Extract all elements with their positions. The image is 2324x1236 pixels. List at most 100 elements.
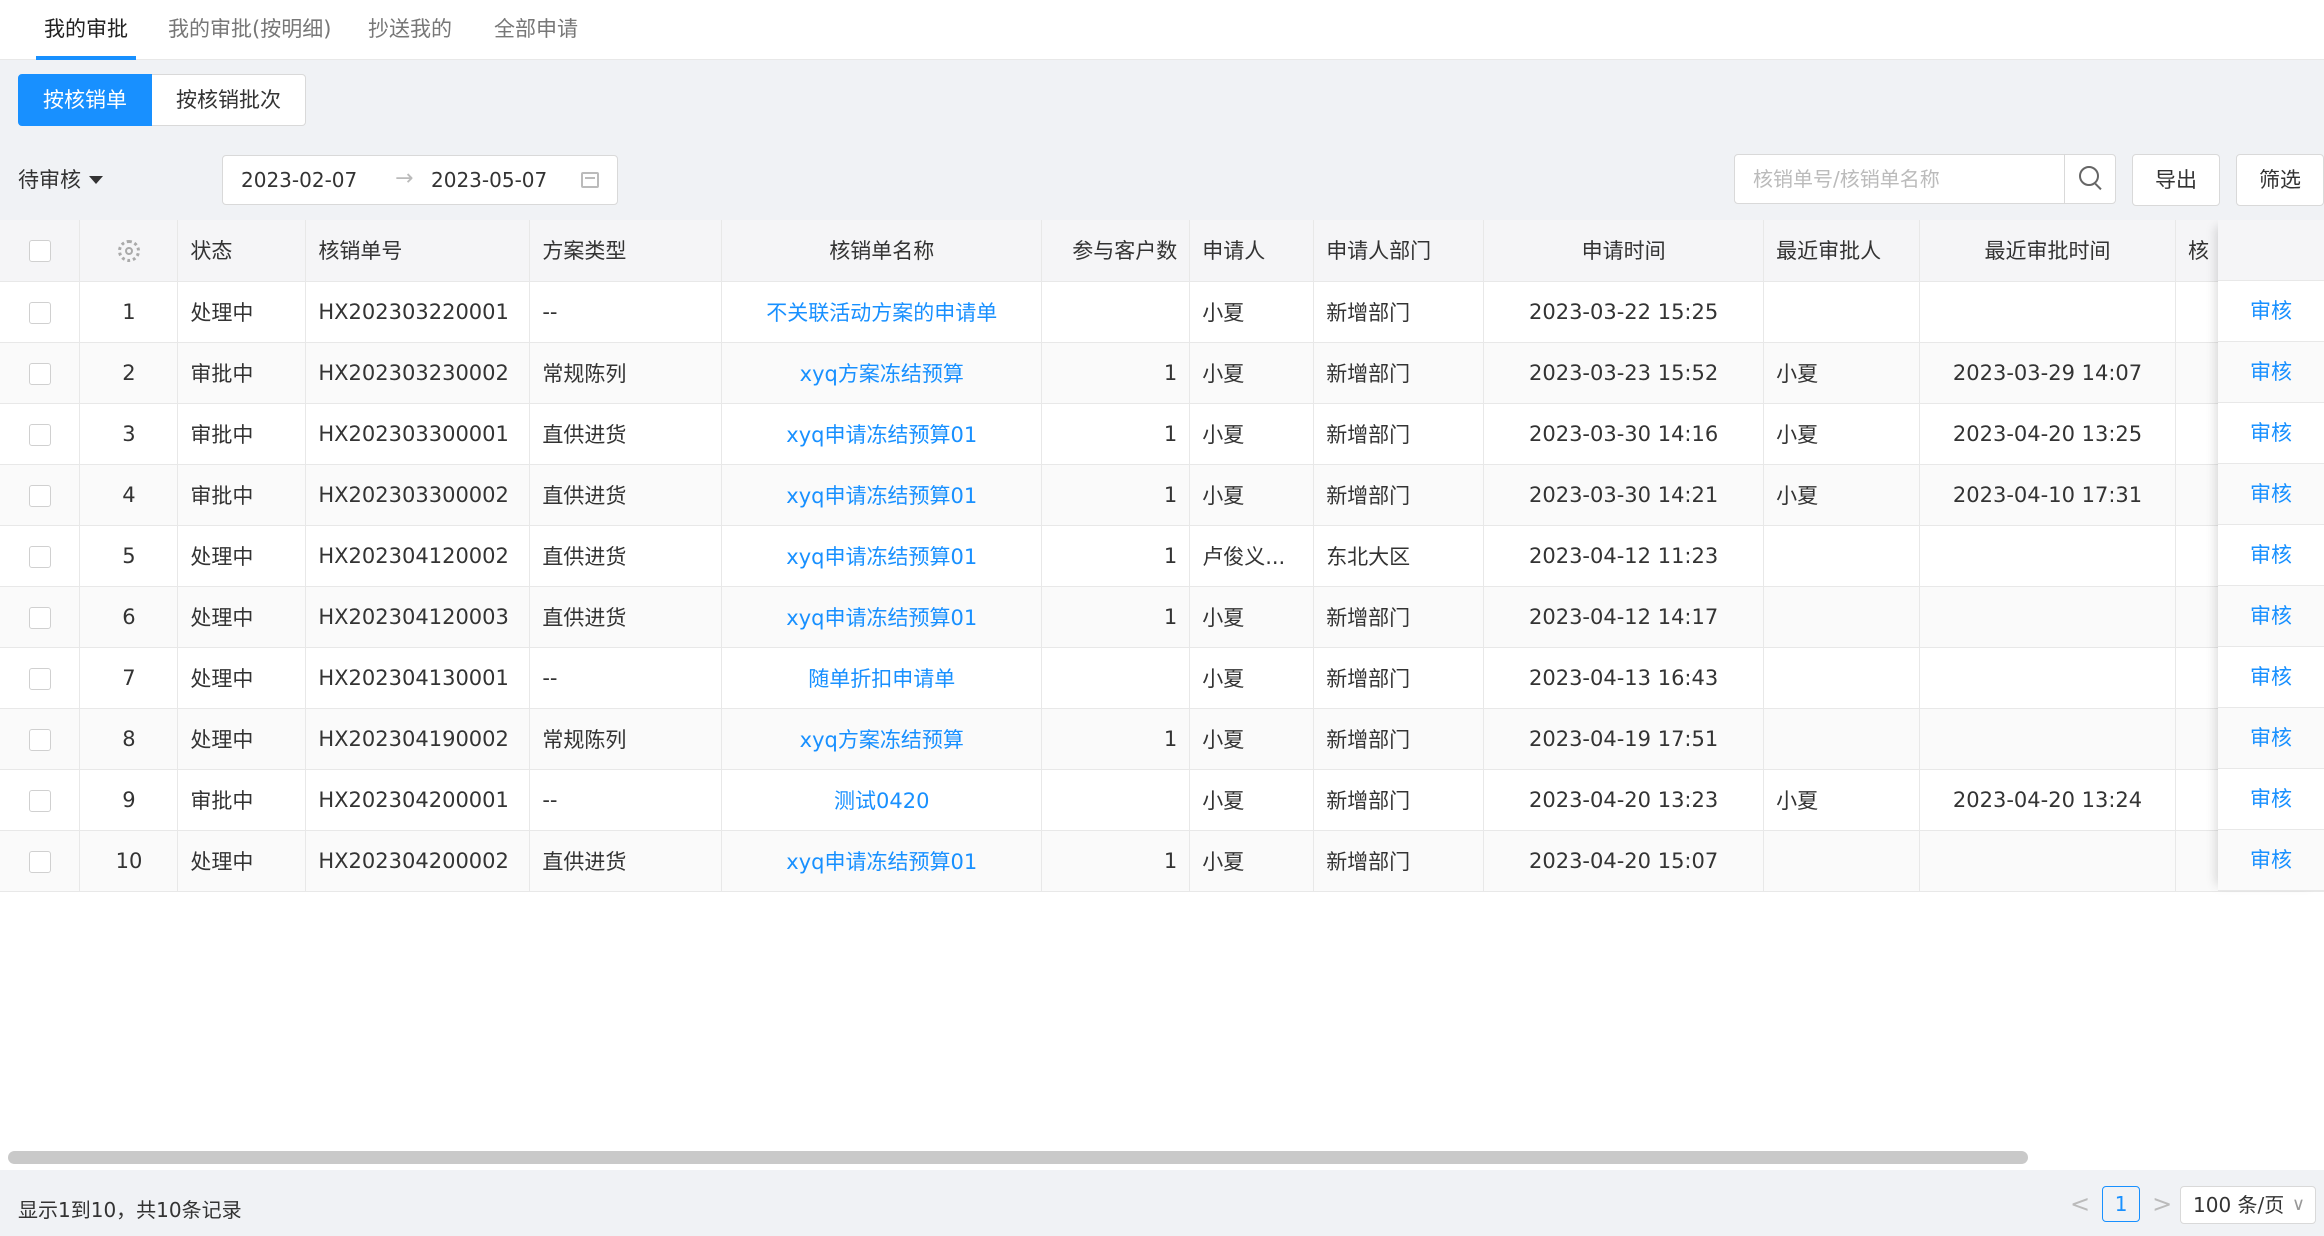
cell-status: 处理中 xyxy=(177,830,307,892)
cell-name[interactable]: 不关联活动方案的申请单 xyxy=(721,281,1043,343)
col-applicant[interactable]: 申请人 xyxy=(1189,220,1315,282)
cell-apply-time: 2023-04-20 15:07 xyxy=(1483,830,1765,892)
row-index: 6 xyxy=(79,586,179,648)
col-last-approver[interactable]: 最近审批人 xyxy=(1763,220,1921,282)
row-select-cell xyxy=(0,647,81,709)
row-checkbox[interactable] xyxy=(28,301,51,324)
tab-all-applications[interactable]: 全部申请 xyxy=(494,0,578,60)
segment-by-batch[interactable]: 按核销批次 xyxy=(152,74,306,126)
cell-name[interactable]: 随单折扣申请单 xyxy=(721,647,1043,709)
row-index: 7 xyxy=(79,647,179,709)
cell-last-approver xyxy=(1763,647,1921,709)
cell-status: 处理中 xyxy=(177,647,307,709)
row-index: 1 xyxy=(79,281,179,343)
page-number[interactable]: 1 xyxy=(2102,1186,2141,1222)
record-summary: 显示1到10，共10条记录 xyxy=(18,1198,242,1222)
col-type[interactable]: 方案类型 xyxy=(529,220,723,282)
cell-code: HX202303300001 xyxy=(305,403,531,465)
cell-name[interactable]: 测试0420 xyxy=(721,769,1043,831)
table-row[interactable]: 1 处理中 HX202303220001 -- 不关联活动方案的申请单 小夏 新增部门 202… xyxy=(0,281,2324,343)
date-start[interactable]: 2023-02-07 xyxy=(241,168,357,192)
cell-apply-time: 2023-04-13 16:43 xyxy=(1483,647,1765,709)
col-customers[interactable]: 参与客户数 xyxy=(1041,220,1191,282)
col-last-time[interactable]: 最近审批时间 xyxy=(1919,220,2176,282)
table-row[interactable]: 6 处理中 HX202304120003 直供进货 xyq申请冻结预算01 1 小夏 新增部门… xyxy=(0,586,2324,648)
review-link[interactable]: 审核 xyxy=(2218,403,2324,464)
cell-apply-time: 2023-03-30 14:21 xyxy=(1483,464,1765,526)
action-column: 审核 审核 审核 审核 审核 审核 审核 审核 审核 审核 xyxy=(2218,220,2324,891)
row-checkbox[interactable] xyxy=(28,423,51,446)
table-footer: 显示1到10，共10条记录 < 1 > 100 条/页 ∨ xyxy=(0,1172,2324,1236)
cell-name[interactable]: xyq申请冻结预算01 xyxy=(721,830,1043,892)
tab-label: 抄送我的 xyxy=(368,17,452,41)
cell-name[interactable]: xyq申请冻结预算01 xyxy=(721,525,1043,587)
review-link[interactable]: 审核 xyxy=(2218,708,2324,769)
table-row[interactable]: 9 审批中 HX202304200001 -- 测试0420 小夏 新增部门 2023-04-… xyxy=(0,769,2324,831)
next-page-icon[interactable]: > xyxy=(2152,1190,2172,1218)
review-link[interactable]: 审核 xyxy=(2218,586,2324,647)
table-row[interactable]: 4 审批中 HX202303300002 直供进货 xyq申请冻结预算01 1 小夏 新增部门… xyxy=(0,464,2324,526)
row-checkbox[interactable] xyxy=(28,606,51,629)
col-code[interactable]: 核销单号 xyxy=(305,220,531,282)
cell-status: 审批中 xyxy=(177,342,307,404)
cell-customers xyxy=(1041,769,1191,831)
cell-type: 直供进货 xyxy=(529,586,723,648)
cell-name[interactable]: xyq申请冻结预算01 xyxy=(721,403,1043,465)
cell-last-time xyxy=(1919,525,2176,587)
row-checkbox[interactable] xyxy=(28,789,51,812)
date-end[interactable]: 2023-05-07 xyxy=(431,168,547,192)
horizontal-scrollbar-thumb[interactable] xyxy=(8,1151,2028,1164)
table-row[interactable]: 8 处理中 HX202304190002 常规陈列 xyq方案冻结预算 1 小夏 新增部门 20… xyxy=(0,708,2324,770)
table-row[interactable]: 3 审批中 HX202303300001 直供进货 xyq申请冻结预算01 1 小夏 新增部门… xyxy=(0,403,2324,465)
row-checkbox[interactable] xyxy=(28,362,51,385)
cell-name[interactable]: xyq方案冻结预算 xyxy=(721,342,1043,404)
segment-by-writeoff[interactable]: 按核销单 xyxy=(18,74,152,126)
gear-icon[interactable] xyxy=(117,240,140,263)
review-link[interactable]: 审核 xyxy=(2218,525,2324,586)
review-link[interactable]: 审核 xyxy=(2218,342,2324,403)
date-range-picker[interactable]: 2023-02-07 → 2023-05-07 xyxy=(222,155,618,205)
status-select[interactable]: 待审核 xyxy=(18,160,103,200)
filter-button[interactable]: 筛选 xyxy=(2236,154,2324,206)
row-checkbox[interactable] xyxy=(28,850,51,873)
row-checkbox[interactable] xyxy=(28,667,51,690)
review-link[interactable]: 审核 xyxy=(2218,464,2324,525)
prev-page-icon[interactable]: < xyxy=(2070,1190,2090,1218)
review-link[interactable]: 审核 xyxy=(2218,647,2324,708)
col-status[interactable]: 状态 xyxy=(177,220,307,282)
cell-name[interactable]: xyq申请冻结预算01 xyxy=(721,586,1043,648)
tab-cc-me[interactable]: 抄送我的 xyxy=(368,0,452,60)
search-button[interactable] xyxy=(2064,155,2115,203)
row-checkbox[interactable] xyxy=(28,484,51,507)
export-button[interactable]: 导出 xyxy=(2132,154,2220,206)
cell-code: HX202303300002 xyxy=(305,464,531,526)
cell-last-time: 2023-04-10 17:31 xyxy=(1919,464,2176,526)
table-row[interactable]: 5 处理中 HX202304120002 直供进货 xyq申请冻结预算01 1 卢俊义...… xyxy=(0,525,2324,587)
table-row[interactable]: 2 审批中 HX202303230002 常规陈列 xyq方案冻结预算 1 小夏 新增部门 20… xyxy=(0,342,2324,404)
cell-dept: 新增部门 xyxy=(1313,464,1485,526)
table-row[interactable]: 10 处理中 HX202304200002 直供进货 xyq申请冻结预算01 1 小夏 新增部… xyxy=(0,830,2324,892)
cell-apply-time: 2023-04-20 13:23 xyxy=(1483,769,1765,831)
cell-last-time xyxy=(1919,647,2176,709)
row-checkbox[interactable] xyxy=(28,728,51,751)
row-index: 5 xyxy=(79,525,179,587)
col-apply-time[interactable]: 申请时间 xyxy=(1483,220,1765,282)
cell-last-approver: 小夏 xyxy=(1763,464,1921,526)
page-size-select[interactable]: 100 条/页 ∨ xyxy=(2180,1186,2316,1224)
search-input[interactable] xyxy=(1735,155,2065,203)
col-name[interactable]: 核销单名称 xyxy=(721,220,1043,282)
select-all-checkbox[interactable] xyxy=(28,240,51,263)
cell-name[interactable]: xyq方案冻结预算 xyxy=(721,708,1043,770)
tab-my-approval-detail[interactable]: 我的审批(按明细) xyxy=(168,0,331,60)
cell-dept: 东北大区 xyxy=(1313,525,1485,587)
tab-my-approval[interactable]: 我的审批 xyxy=(36,0,136,60)
review-link[interactable]: 审核 xyxy=(2218,281,2324,342)
cell-applicant: 小夏 xyxy=(1189,464,1315,526)
review-link[interactable]: 审核 xyxy=(2218,769,2324,830)
row-checkbox[interactable] xyxy=(28,545,51,568)
col-dept[interactable]: 申请人部门 xyxy=(1313,220,1485,282)
cell-name[interactable]: xyq申请冻结预算01 xyxy=(721,464,1043,526)
review-link[interactable]: 审核 xyxy=(2218,830,2324,891)
table-row[interactable]: 7 处理中 HX202304130001 -- 随单折扣申请单 小夏 新增部门 2023-04… xyxy=(0,647,2324,709)
cell-apply-time: 2023-03-30 14:16 xyxy=(1483,403,1765,465)
